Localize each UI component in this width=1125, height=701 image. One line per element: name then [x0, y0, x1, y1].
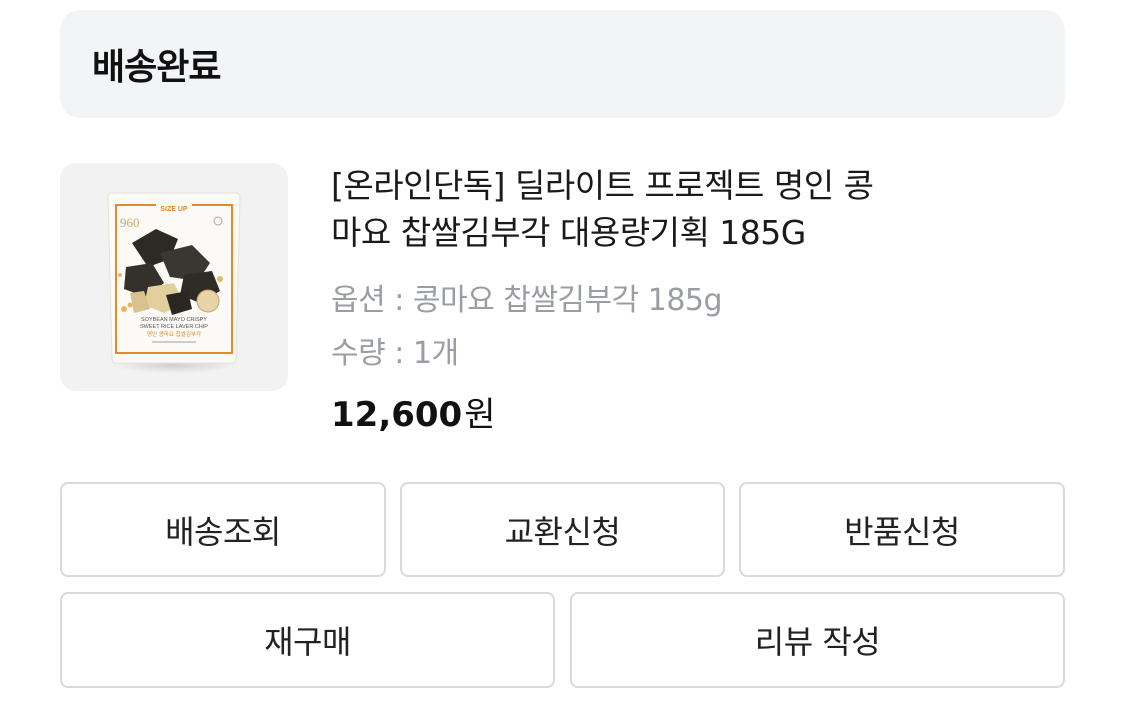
exchange-request-button[interactable]: 교환신청 [400, 482, 725, 577]
package-logo-text: 960 [120, 215, 140, 230]
product-name-line-1: [온라인단독] 딜라이트 프로젝트 명인 콩 [331, 166, 874, 205]
reorder-button[interactable]: 재구매 [60, 592, 555, 688]
price-amount: 12,600 [331, 395, 463, 435]
product-name-line-2: 마요 찹쌀김부각 대용량기획 185G [331, 213, 806, 252]
package-badge-text: SIZE UP [160, 206, 188, 213]
product-quantity: 수량 : 1개 [331, 336, 459, 371]
order-status-label: 배송완료 [92, 47, 221, 88]
package-text-1: SOYBEAN MAYO CRISPY [141, 317, 207, 323]
write-review-button[interactable]: 리뷰 작성 [570, 592, 1065, 688]
product-thumbnail[interactable]: SIZE UP 960 SOYBEAN MAYO CRISPY SWEET RI… [60, 163, 288, 391]
track-delivery-button[interactable]: 배송조회 [60, 482, 386, 577]
product-option: 옵션 : 콩마요 찹쌀김부각 185g [331, 283, 723, 318]
package-text-kr: 명인 콩마요 찹쌀김부각 [147, 330, 201, 338]
return-request-button[interactable]: 반품신청 [739, 482, 1065, 577]
package-text-2: SWEET RICE LAVER CHIP [140, 324, 208, 330]
product-package-image: SIZE UP 960 SOYBEAN MAYO CRISPY SWEET RI… [107, 192, 241, 373]
price-unit: 원 [464, 395, 496, 435]
order-status-header: 배송완료 [60, 10, 1065, 118]
product-name[interactable]: [온라인단독] 딜라이트 프로젝트 명인 콩 마요 찹쌀김부각 대용량기획 18… [331, 162, 971, 256]
product-price: 12,600원 [331, 387, 495, 436]
